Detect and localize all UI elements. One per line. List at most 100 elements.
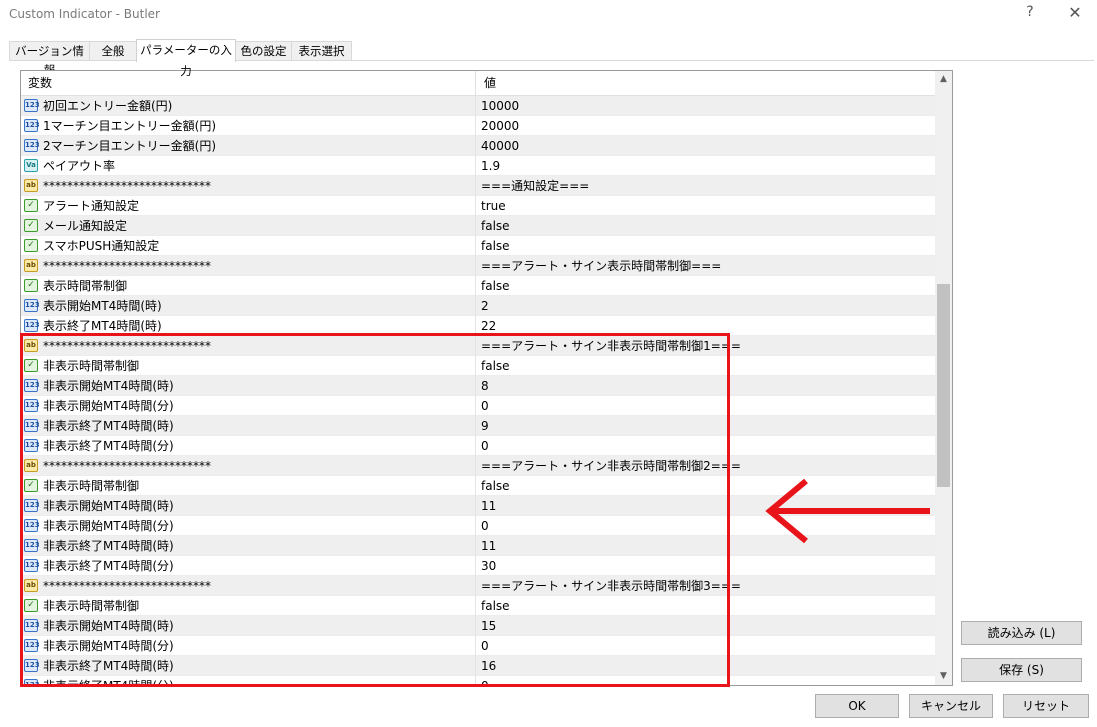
parameter-value[interactable]: 16 bbox=[481, 656, 496, 676]
parameter-name-cell[interactable]: ✓ 非表示時間帯制御 bbox=[21, 356, 476, 376]
column-header-variable[interactable]: 変数 bbox=[21, 71, 476, 95]
parameter-row[interactable]: 123 非表示開始MT4時間(時) 15 bbox=[21, 616, 935, 636]
parameter-value[interactable]: true bbox=[481, 196, 506, 216]
parameter-name-cell[interactable]: ✓ 表示時間帯制御 bbox=[21, 276, 476, 296]
parameter-row[interactable]: 123 表示開始MT4時間(時) 2 bbox=[21, 296, 935, 316]
parameter-name-cell[interactable]: 123 表示終了MT4時間(時) bbox=[21, 316, 476, 336]
parameter-row[interactable]: 123 非表示開始MT4時間(分) 0 bbox=[21, 396, 935, 416]
parameter-row[interactable]: 123 非表示終了MT4時間(時) 9 bbox=[21, 416, 935, 436]
parameter-value[interactable]: 20000 bbox=[481, 116, 519, 136]
parameter-name-cell[interactable]: ✓ メール通知設定 bbox=[21, 216, 476, 236]
parameter-name-cell[interactable]: 123 非表示開始MT4時間(分) bbox=[21, 516, 476, 536]
parameter-row[interactable]: ab **************************** ===アラート・サイ… bbox=[21, 456, 935, 476]
parameter-row[interactable]: ✓ スマホPUSH通知設定 false bbox=[21, 236, 935, 256]
close-button[interactable]: ✕ bbox=[1066, 3, 1084, 23]
parameter-row[interactable]: 123 非表示終了MT4時間(時) 16 bbox=[21, 656, 935, 676]
parameter-name-cell[interactable]: Va ペイアウト率 bbox=[21, 156, 476, 176]
parameter-name-cell[interactable]: 123 非表示終了MT4時間(時) bbox=[21, 656, 476, 676]
parameter-value[interactable]: 0 bbox=[481, 396, 489, 416]
parameter-value[interactable]: 1.9 bbox=[481, 156, 500, 176]
parameter-row[interactable]: ✓ アラート通知設定 true bbox=[21, 196, 935, 216]
parameter-name-cell[interactable]: ✓ アラート通知設定 bbox=[21, 196, 476, 216]
scroll-down-icon[interactable]: ▼ bbox=[935, 668, 952, 685]
parameter-value[interactable]: false bbox=[481, 216, 510, 236]
parameter-value[interactable]: false bbox=[481, 236, 510, 256]
parameter-row[interactable]: ab **************************** ===アラート・サイ… bbox=[21, 336, 935, 356]
parameter-name-cell[interactable]: 123 非表示終了MT4時間(時) bbox=[21, 536, 476, 556]
scroll-up-icon[interactable]: ▲ bbox=[935, 71, 952, 88]
parameter-value[interactable]: 0 bbox=[481, 436, 489, 456]
parameter-name-cell[interactable]: ab **************************** bbox=[21, 176, 476, 196]
parameter-row[interactable]: ✓ 非表示時間帯制御 false bbox=[21, 596, 935, 616]
column-header-value[interactable]: 値 bbox=[476, 71, 935, 95]
parameter-value[interactable]: false bbox=[481, 596, 510, 616]
parameter-value[interactable]: 22 bbox=[481, 316, 496, 336]
parameter-value[interactable]: ===アラート・サイン非表示時間帯制御1=== bbox=[481, 336, 741, 356]
parameter-name-cell[interactable]: 123 非表示終了MT4時間(時) bbox=[21, 416, 476, 436]
parameter-name-cell[interactable]: 123 非表示開始MT4時間(時) bbox=[21, 616, 476, 636]
parameter-name-cell[interactable]: 123 非表示開始MT4時間(分) bbox=[21, 396, 476, 416]
parameter-value[interactable]: ===アラート・サイン非表示時間帯制御3=== bbox=[481, 576, 741, 596]
parameter-value[interactable]: 0 bbox=[481, 676, 489, 685]
parameter-value[interactable]: false bbox=[481, 356, 510, 376]
tab-display-select[interactable]: 表示選択 bbox=[291, 41, 352, 61]
parameter-row[interactable]: 123非表示終了MT4時間(分)0 bbox=[21, 436, 935, 456]
parameter-row[interactable]: ab **************************** ===アラート・サイ… bbox=[21, 256, 935, 276]
parameter-name-cell[interactable]: 123 初回エントリー金額(円) bbox=[21, 96, 476, 116]
parameter-value[interactable]: 2 bbox=[481, 296, 489, 316]
parameter-value[interactable]: 0 bbox=[481, 516, 489, 536]
parameter-row[interactable]: 123 表示終了MT4時間(時) 22 bbox=[21, 316, 935, 336]
parameter-value[interactable]: 40000 bbox=[481, 136, 519, 156]
parameter-name-cell[interactable]: 123 表示開始MT4時間(時) bbox=[21, 296, 476, 316]
parameter-name-cell[interactable]: 123 非表示開始MT4時間(時) bbox=[21, 376, 476, 396]
parameter-row[interactable]: 123 非表示開始MT4時間(時) 8 bbox=[21, 376, 935, 396]
parameter-name-cell[interactable]: ✓ 非表示時間帯制御 bbox=[21, 476, 476, 496]
help-button[interactable]: ? bbox=[1022, 4, 1038, 24]
parameter-name-cell[interactable]: 123 1マーチン目エントリー金額(円) bbox=[21, 116, 476, 136]
tab-general[interactable]: 全般 bbox=[89, 41, 137, 61]
ok-button[interactable]: OK bbox=[815, 694, 899, 718]
parameter-row[interactable]: ✓ 表示時間帯制御 false bbox=[21, 276, 935, 296]
parameter-row[interactable]: 123 初回エントリー金額(円) 10000 bbox=[21, 96, 935, 116]
parameter-row[interactable]: Va ペイアウト率 1.9 bbox=[21, 156, 935, 176]
parameter-value[interactable]: 11 bbox=[481, 536, 496, 556]
parameter-row[interactable]: ab **************************** ===通知設定=== bbox=[21, 176, 935, 196]
parameter-value[interactable]: ===アラート・サイン表示時間帯制御=== bbox=[481, 256, 721, 276]
parameter-value[interactable]: 11 bbox=[481, 496, 496, 516]
parameter-row[interactable]: 123 非表示開始MT4時間(分) 0 bbox=[21, 636, 935, 656]
tab-parameters[interactable]: パラメーターの入力 bbox=[136, 39, 236, 78]
parameter-name-cell[interactable]: 123 非表示開始MT4時間(分) bbox=[21, 636, 476, 656]
scroll-thumb[interactable] bbox=[937, 284, 950, 488]
parameter-value[interactable]: ===アラート・サイン非表示時間帯制御2=== bbox=[481, 456, 741, 476]
vertical-scrollbar[interactable]: ▲ ▼ bbox=[935, 71, 952, 685]
parameter-value[interactable]: 30 bbox=[481, 556, 496, 576]
parameter-name-cell[interactable]: ab **************************** bbox=[21, 336, 476, 356]
parameter-name-cell[interactable]: ab **************************** bbox=[21, 256, 476, 276]
parameter-row[interactable]: ✓ メール通知設定 false bbox=[21, 216, 935, 236]
parameter-name-cell[interactable]: ✓ 非表示時間帯制御 bbox=[21, 596, 476, 616]
parameter-value[interactable]: 9 bbox=[481, 416, 489, 436]
cancel-button[interactable]: キャンセル bbox=[909, 694, 993, 718]
parameter-value[interactable]: 15 bbox=[481, 616, 496, 636]
parameter-row[interactable]: ab **************************** ===アラート・サイ… bbox=[21, 576, 935, 596]
tab-version-info[interactable]: バージョン情報 bbox=[9, 41, 90, 77]
parameter-value[interactable]: ===通知設定=== bbox=[481, 176, 589, 196]
parameter-name-cell[interactable]: 123 非表示開始MT4時間(時) bbox=[21, 496, 476, 516]
parameter-row[interactable]: ✓ 非表示時間帯制御 false bbox=[21, 356, 935, 376]
parameter-value[interactable]: false bbox=[481, 476, 510, 496]
tab-colors[interactable]: 色の設定 bbox=[235, 41, 292, 61]
parameter-value[interactable]: 10000 bbox=[481, 96, 519, 116]
parameter-value[interactable]: false bbox=[481, 276, 510, 296]
parameter-row[interactable]: 123 2マーチン目エントリー金額(円) 40000 bbox=[21, 136, 935, 156]
parameter-name-cell[interactable]: 123非表示終了MT4時間(分) bbox=[21, 436, 476, 456]
parameter-row[interactable]: 123 非表示終了MT4時間(分) 30 bbox=[21, 556, 935, 576]
parameter-name-cell[interactable]: ab **************************** bbox=[21, 576, 476, 596]
parameter-name-cell[interactable]: 123非表示終了MT4時間(分) bbox=[21, 556, 476, 576]
reset-button[interactable]: リセット bbox=[1003, 694, 1089, 718]
parameter-value[interactable]: 8 bbox=[481, 376, 489, 396]
parameter-row[interactable]: 123非表示終了MT4時間(分) 0 bbox=[21, 676, 935, 685]
parameter-name-cell[interactable]: 123非表示終了MT4時間(分) bbox=[21, 676, 476, 685]
parameter-name-cell[interactable]: 123 2マーチン目エントリー金額(円) bbox=[21, 136, 476, 156]
parameter-name-cell[interactable]: ✓ スマホPUSH通知設定 bbox=[21, 236, 476, 256]
parameter-row[interactable]: 123 1マーチン目エントリー金額(円) 20000 bbox=[21, 116, 935, 136]
